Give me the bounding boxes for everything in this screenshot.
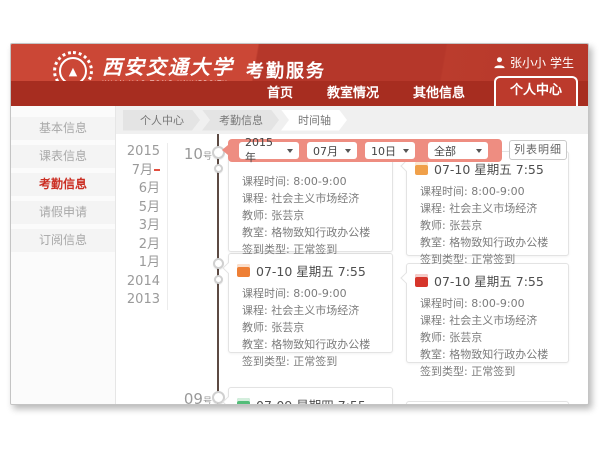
nav-item-classrooms[interactable]: 教室情况 [310,81,396,106]
chevron-down-icon [287,149,293,153]
breadcrumb-personal-center[interactable]: 个人中心 [123,110,200,131]
timeline-panel: 2015 7月 6月 5月 3月 2月 1月 2014 2013 10号 09号 [116,134,588,405]
breadcrumb: 个人中心 考勤信息 时间轴 [116,106,588,134]
timeline-month-2[interactable]: 2月 [122,236,160,255]
sidebar-item-subscription-info[interactable]: 订阅信息 [11,229,115,252]
red-calendar-icon [415,274,428,287]
breadcrumb-attendance-info[interactable]: 考勤信息 [202,110,279,131]
deep-orange-calendar-icon [237,264,250,277]
attendance-card[interactable]: 07-10 星期五 7:55 课程时间: 8:00-9:00 课程: 社会主义市… [406,263,569,363]
user-name: 张小小 [510,54,546,71]
green-calendar-icon [237,398,250,405]
timeline-node-icon [214,275,223,284]
card-title: 07-09 星期四 7:55 [256,395,366,405]
timeline-month-6[interactable]: 6月 [122,180,160,199]
timeline-month-1[interactable]: 1月 [122,254,160,273]
card-title: 07-10 星期五 7:55 [256,261,366,280]
user-role: 学生 [550,54,574,71]
nav-item-home[interactable]: 首页 [250,81,310,106]
list-detail-button[interactable]: 列表明细 [509,140,567,160]
user-info[interactable]: 张小小 学生 [493,54,574,71]
timeline-year-month-list: 2015 7月 6月 5月 3月 2月 1月 2014 2013 [122,143,168,310]
timeline-day-label-10: 10号 [172,144,212,163]
app-header: ▲ 西安交通大学 XI'AN JIAO TONG UNIVERSITY 考勤服务… [11,44,588,106]
sidebar-item-basic-info[interactable]: 基本信息 [11,117,115,140]
sidebar-item-leave-request[interactable]: 请假申请 [11,201,115,224]
card-title: 07-10 星期五 7:55 [434,271,544,290]
timeline-year-2014[interactable]: 2014 [122,273,160,292]
chevron-down-icon [403,149,409,153]
date-filter-bar: 2015年 07月 10日 全部 [228,139,502,162]
attendance-card[interactable]: 07-10 星期五 7:55 课程时间: 8:00-9:00 课程: 社会主义市… [406,151,569,256]
orange-calendar-icon [415,162,428,175]
chevron-down-icon [345,149,351,153]
type-select[interactable]: 全部 [428,142,488,159]
university-name-cn: 西安交通大学 [102,56,234,78]
app-window: ▲ 西安交通大学 XI'AN JIAO TONG UNIVERSITY 考勤服务… [10,43,589,405]
year-select[interactable]: 2015年 [239,142,299,159]
main-nav: 首页 教室情况 其他信息 个人中心 [11,81,588,106]
timeline-month-5[interactable]: 5月 [122,199,160,218]
sidebar: 基本信息 课表信息 考勤信息 请假申请 订阅信息 [11,106,116,405]
timeline-year-2015[interactable]: 2015 [122,143,160,162]
timeline-day-label-09: 09号 [172,389,212,405]
sidebar-item-schedule-info[interactable]: 课表信息 [11,145,115,168]
attendance-card[interactable]: 07-09 星期四 7:55 [228,387,393,405]
attendance-card[interactable]: 课程时间: 8:00-9:00 课程: 社会主义市场经济 教师: 张芸京 教室:… [228,151,393,252]
card-header: 07-09 星期四 7:55 [229,388,392,405]
nav-item-other-info[interactable]: 其他信息 [396,81,482,106]
timeline-node-icon [214,164,223,173]
page-title: 考勤服务 [246,57,326,83]
chevron-down-icon [476,149,482,153]
attendance-card[interactable] [406,401,569,405]
month-select[interactable]: 07月 [307,142,357,159]
active-month-marker [154,169,160,171]
sidebar-item-attendance-info[interactable]: 考勤信息 [11,173,115,196]
user-icon [493,56,506,69]
attendance-card[interactable]: 07-10 星期五 7:55 课程时间: 8:00-9:00 课程: 社会主义市… [228,253,393,353]
day-select[interactable]: 10日 [365,142,415,159]
timeline-month-3[interactable]: 3月 [122,217,160,236]
nav-tab-personal-center[interactable]: 个人中心 [494,76,578,106]
breadcrumb-timeline[interactable]: 时间轴 [281,110,347,131]
timeline-month-7[interactable]: 7月 [122,162,160,181]
card-header: 07-10 星期五 7:55 [407,264,568,293]
card-header: 07-10 星期五 7:55 [229,254,392,283]
timeline-year-2013[interactable]: 2013 [122,291,160,310]
timeline-axis [217,134,219,405]
